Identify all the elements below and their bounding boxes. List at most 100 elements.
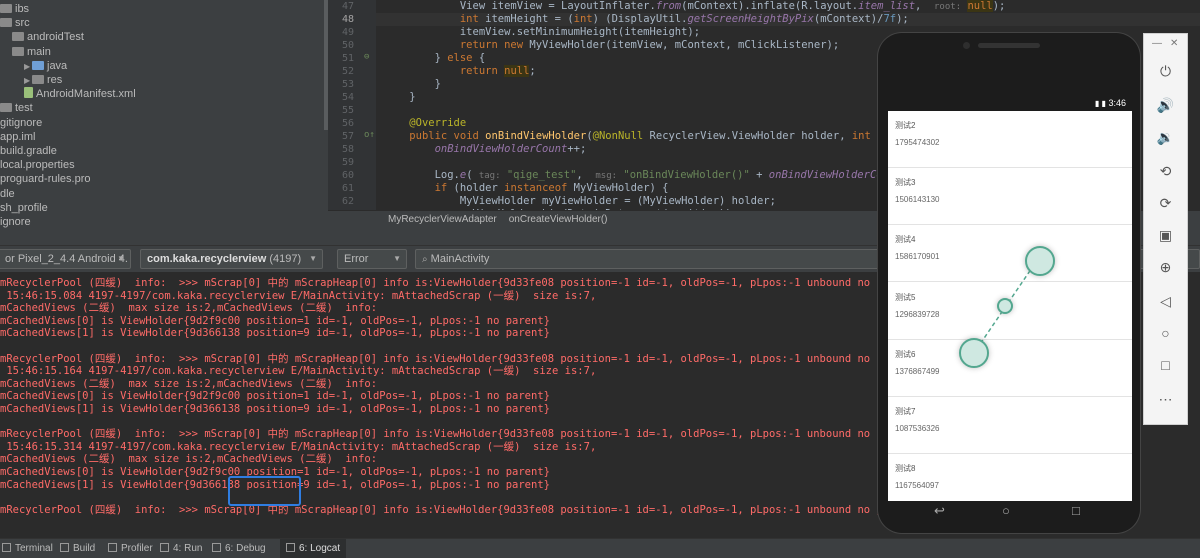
- android-studio-window: ibs src androidTest main ▶ java ▶ res AndroidMan…: [0, 0, 1200, 558]
- tree-item-label: dle: [0, 187, 15, 200]
- file-icon: [24, 87, 33, 99]
- tree-item[interactable]: test: [0, 101, 33, 115]
- tree-item[interactable]: ▶ java: [24, 59, 67, 73]
- folder-icon: [32, 60, 44, 70]
- code-line: itemView.setMinimumHeight(itemHeight);: [384, 26, 701, 38]
- tree-item[interactable]: main: [12, 45, 51, 59]
- more-icon[interactable]: ⋯: [1144, 388, 1187, 410]
- tree-item-label: ibs: [15, 3, 30, 15]
- device-dropdown-label: or Pixel_2_4.4 Android 4.: [5, 253, 128, 265]
- tree-item-label: gitignore: [0, 116, 43, 129]
- emulator-device: ▮ ▮ 3:46 测试2 1795474302 测试3 1506143130 测试4 15…: [878, 33, 1140, 533]
- tab-label: Terminal: [15, 543, 53, 554]
- recents-icon[interactable]: □: [1072, 503, 1080, 518]
- tool-icon: [2, 543, 11, 552]
- log-level-label: Error: [344, 253, 369, 265]
- line-number: 47: [341, 1, 354, 12]
- tool-icon: [160, 543, 169, 552]
- tree-item-label: sh_profile: [0, 201, 48, 214]
- tree-item-label: build.gradle: [0, 145, 57, 157]
- tree-item[interactable]: ignore: [0, 215, 31, 228]
- fold-marker-icon[interactable]: ⊖: [364, 52, 369, 62]
- chevron-right-icon[interactable]: ▶: [24, 60, 32, 74]
- tree-item[interactable]: gitignore: [0, 116, 42, 130]
- process-dropdown[interactable]: com.kaka.recyclerview (4197) ▼: [140, 249, 323, 269]
- tree-item[interactable]: app.iml: [0, 130, 35, 144]
- back-icon[interactable]: ↩: [934, 503, 945, 519]
- line-number: 53: [341, 79, 354, 90]
- device-dropdown[interactable]: or Pixel_2_4.4 Android 4. ▼: [0, 249, 131, 269]
- tree-item-label: src: [15, 17, 30, 30]
- log-line: 15:46:15.314 4197-4197/com.kaka.recycler…: [0, 440, 597, 453]
- touch-indicator-end: [959, 338, 989, 368]
- tree-item[interactable]: src: [0, 16, 30, 30]
- log-line: mCachedViews (二缓) max size is:2,mCachedV…: [0, 302, 378, 315]
- tree-item[interactable]: dle: [0, 187, 15, 201]
- tab-6-logcat[interactable]: 6: Logcat: [280, 539, 347, 558]
- tab-profiler[interactable]: Profiler: [108, 539, 153, 558]
- zoom-icon[interactable]: ⊕: [1144, 256, 1187, 278]
- code-line: } else {: [384, 52, 486, 64]
- tree-item-label: app.iml: [0, 130, 36, 143]
- tree-item[interactable]: ibs: [0, 2, 29, 16]
- breadcrumb-item[interactable]: onCreateViewHolder(): [509, 214, 608, 225]
- tab-terminal[interactable]: Terminal: [2, 539, 53, 558]
- minimize-icon[interactable]: —: [1152, 38, 1162, 49]
- overview-icon[interactable]: □: [1144, 354, 1187, 376]
- tool-icon: [60, 543, 69, 552]
- volume-down-icon[interactable]: 🔉: [1144, 126, 1187, 148]
- tree-item[interactable]: AndroidManifest.xml: [24, 87, 136, 101]
- home-icon[interactable]: ○: [1002, 503, 1010, 518]
- volume-up-icon[interactable]: 🔊: [1144, 94, 1187, 116]
- code-line: Log.e( tag: "qige_test", msg: "onBindVie…: [384, 169, 915, 181]
- tree-item-label: androidTest: [27, 31, 84, 44]
- close-icon[interactable]: ✕: [1170, 38, 1178, 49]
- log-line: mRecyclerPool (四缓) info: >>> mScrap[0] 中…: [0, 503, 921, 516]
- log-line: mCachedViews[0] is ViewHolder{9d2f9c00 p…: [0, 314, 550, 327]
- home-icon[interactable]: ○: [1144, 322, 1187, 344]
- camera-icon: [963, 42, 970, 49]
- tree-item[interactable]: androidTest: [12, 30, 84, 44]
- code-line: MyViewHolder myViewHolder = (MyViewHolde…: [384, 195, 776, 207]
- tree-item-label: java: [47, 59, 68, 72]
- tree-item[interactable]: local.properties: [0, 158, 75, 172]
- back-icon[interactable]: ◁: [1144, 290, 1187, 312]
- breadcrumb-item[interactable]: MyRecyclerViewAdapter: [388, 214, 497, 225]
- power-icon[interactable]: ⏻: [1144, 60, 1187, 82]
- tab-6-debug[interactable]: 6: Debug: [212, 539, 266, 558]
- tab-4-run[interactable]: 4: Run: [160, 539, 202, 558]
- search-icon: ⌕: [422, 254, 428, 265]
- screenshot-icon[interactable]: ▣: [1144, 224, 1187, 246]
- tree-item[interactable]: sh_profile: [0, 201, 48, 215]
- speaker-grille: [978, 43, 1040, 48]
- tree-item[interactable]: ▶ res: [24, 73, 62, 87]
- tab-label: Build: [73, 543, 96, 554]
- log-line: mRecyclerPool (四缓) info: >>> mScrap[0] 中…: [0, 428, 921, 441]
- chevron-down-icon: ▼: [117, 254, 125, 263]
- line-number: 59: [341, 157, 354, 168]
- tool-icon: [108, 543, 117, 552]
- tab-label: 4: Run: [173, 543, 203, 554]
- tab-build[interactable]: Build: [60, 539, 95, 558]
- rotate-right-icon[interactable]: ⟳: [1144, 192, 1187, 214]
- tree-item[interactable]: proguard-rules.pro: [0, 172, 91, 186]
- line-number: 62: [341, 196, 354, 207]
- line-number: 58: [341, 144, 354, 155]
- rotate-left-icon[interactable]: ⟲: [1144, 160, 1187, 182]
- tree-item[interactable]: build.gradle: [0, 144, 57, 158]
- line-number: 54: [341, 92, 354, 103]
- selection-highlight-box: [228, 476, 301, 506]
- code-line: public void onBindViewHolder(@NonNull Re…: [409, 130, 946, 142]
- code-line: @Override: [409, 117, 467, 129]
- line-number: 49: [341, 27, 354, 38]
- override-marker-icon[interactable]: o↑: [364, 130, 375, 140]
- chevron-right-icon[interactable]: ▶: [24, 74, 32, 88]
- log-level-dropdown[interactable]: Error ▼: [337, 249, 407, 269]
- folder-icon: [32, 75, 44, 84]
- line-number: 51: [341, 53, 354, 64]
- folder-icon: [0, 4, 12, 13]
- code-line: View itemView = LayoutInflater.from(mCon…: [384, 0, 1006, 12]
- touch-indicator-mid: [997, 298, 1013, 314]
- code-line: if (holder instanceof MyViewHolder) {: [434, 182, 669, 194]
- emulator-screen[interactable]: ▮ ▮ 3:46 测试2 1795474302 测试3 1506143130 测试4 15…: [888, 95, 1132, 501]
